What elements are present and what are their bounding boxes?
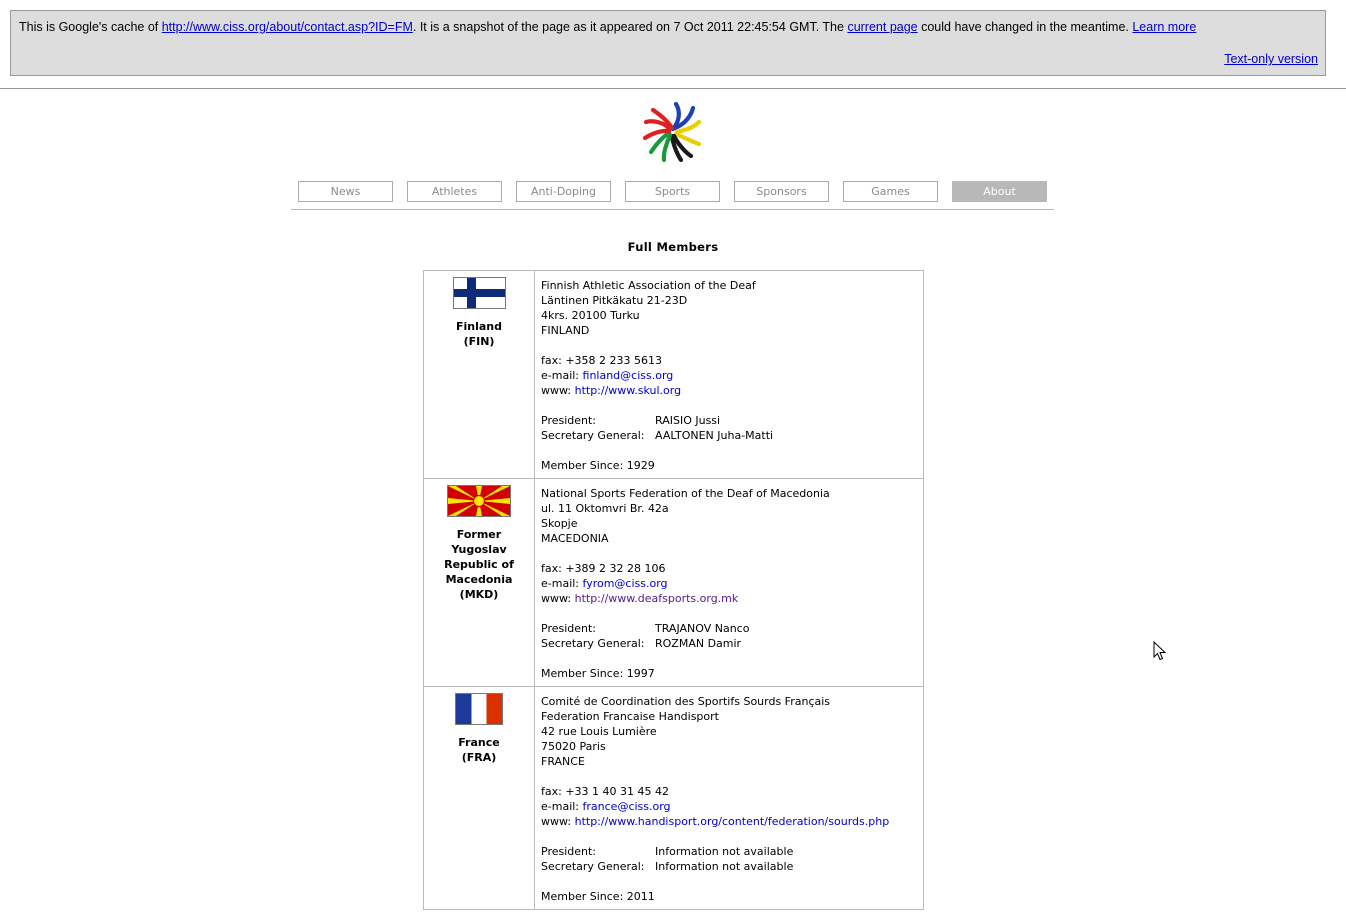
fax-line: fax: +358 2 233 5613 [541,354,663,367]
org-name: Finnish Athletic Association of the Deaf [541,279,756,292]
member-row-finland: Finland (FIN) Finnish Athletic Associati… [424,271,923,479]
member-info-cell: Comité de Coordination des Sportifs Sour… [535,687,923,909]
website-link[interactable]: http://www.deafsports.org.mk [575,592,739,605]
cache-banner: This is Google's cache of http://www.cis… [10,10,1326,76]
pinwheel-logo-icon [642,101,702,163]
secretary-line: Secretary General: Information not availa… [541,860,794,873]
ciss-logo[interactable] [640,100,706,164]
france-flag-icon [424,693,534,725]
secretary-name: Information not available [655,860,794,873]
email-link[interactable]: finland@ciss.org [583,369,674,382]
country-label: Former Yugoslav Republic of Macedonia [444,528,514,586]
macedonia-flag-icon [424,485,534,517]
current-page-link[interactable]: current page [847,20,917,34]
country-code: (FRA) [461,751,497,764]
address-line: ul. 11 Oktomvri Br. 42a [541,502,669,515]
president-name: TRAJANOV Nanco [655,622,750,635]
nav-anti-doping[interactable]: Anti-Doping [516,181,611,202]
secretary-name: AALTONEN Juha-Matti [655,429,774,442]
member-row-macedonia: Former Yugoslav Republic of Macedonia (M… [424,479,923,687]
cache-notice-suffix: could have changed in the meantime. [917,20,1133,34]
cache-notice: This is Google's cache of http://www.cis… [19,20,1196,34]
address-line: Läntinen Pitkäkatu 21-23D [541,294,688,307]
president-line: President: Information not available [541,845,794,858]
finland-flag-icon [424,277,534,309]
address-line: MACEDONIA [541,532,609,545]
address-line: Skopje [541,517,578,530]
fax-line: fax: +389 2 32 28 106 [541,562,666,575]
email-line: e-mail: fyrom@ciss.org [541,577,668,590]
member-country-cell: Former Yugoslav Republic of Macedonia (M… [424,479,535,686]
text-only-version-link[interactable]: Text-only version [1224,52,1318,66]
org-name: Federation Francaise Handisport [541,710,719,723]
member-info-cell: Finnish Athletic Association of the Deaf… [535,271,923,478]
website-link[interactable]: http://www.handisport.org/content/federa… [575,815,890,828]
fax-number: +33 1 40 31 45 42 [565,785,670,798]
fax-number: +358 2 233 5613 [565,354,663,367]
email-link[interactable]: france@ciss.org [583,800,671,813]
email-link[interactable]: fyrom@ciss.org [583,577,668,590]
country-name: Finland (FIN) [424,319,534,349]
nav-news[interactable]: News [298,181,393,202]
org-name: National Sports Federation of the Deaf o… [541,487,830,500]
address-line: FINLAND [541,324,590,337]
website-link[interactable]: http://www.skul.org [575,384,682,397]
member-since-year: 1929 [626,459,655,472]
learn-more-link[interactable]: Learn more [1132,20,1196,34]
address-line: 4krs. 20100 Turku [541,309,640,322]
president-line: President: RAISIO Jussi [541,414,721,427]
www-line: www: http://www.deafsports.org.mk [541,592,739,605]
cache-notice-middle: . It is a snapshot of the page as it app… [412,20,848,34]
org-name: Comité de Coordination des Sportifs Sour… [541,695,831,708]
members-table: Finland (FIN) Finnish Athletic Associati… [423,270,924,910]
nav-athletes[interactable]: Athletes [407,181,502,202]
nav-sports[interactable]: Sports [625,181,720,202]
fax-line: fax: +33 1 40 31 45 42 [541,785,670,798]
president-name: Information not available [655,845,794,858]
email-line: e-mail: finland@ciss.org [541,369,674,382]
secretary-name: ROZMAN Damir [655,637,742,650]
nav-divider [291,209,1054,210]
country-label: France [458,736,500,749]
member-country-cell: Finland (FIN) [424,271,535,478]
member-since-line: Member Since: 2011 [541,890,655,903]
member-info-cell: National Sports Federation of the Deaf o… [535,479,923,686]
country-code: (FIN) [463,335,495,348]
page-title: Full Members [627,240,719,254]
president-line: President: TRAJANOV Nanco [541,622,750,635]
fax-number: +389 2 32 28 106 [565,562,666,575]
country-label: Finland [455,320,502,333]
member-since-year: 1997 [626,667,655,680]
secretary-line: Secretary General: AALTONEN Juha-Matti [541,429,774,442]
www-line: www: http://www.handisport.org/content/f… [541,815,890,828]
nav-sponsors[interactable]: Sponsors [734,181,829,202]
address-line: FRANCE [541,755,585,768]
country-code: (MKD) [459,588,499,601]
banner-divider [0,88,1346,89]
member-since-line: Member Since: 1929 [541,459,655,472]
address-line: 42 rue Louis Lumière [541,725,657,738]
member-row-france: France (FRA) Comité de Coordination des … [424,687,923,910]
cached-url-link[interactable]: http://www.ciss.org/about/contact.asp?ID… [162,20,413,34]
email-line: e-mail: france@ciss.org [541,800,671,813]
member-country-cell: France (FRA) [424,687,535,909]
cache-notice-prefix: This is Google's cache of [19,20,162,34]
mouse-cursor-icon [1153,640,1167,665]
country-name: France (FRA) [424,735,534,765]
address-line: 75020 Paris [541,740,606,753]
nav-about[interactable]: About [952,181,1047,202]
member-since-year: 2011 [626,890,655,903]
country-name: Former Yugoslav Republic of Macedonia (M… [424,527,534,602]
member-since-line: Member Since: 1997 [541,667,655,680]
secretary-line: Secretary General: ROZMAN Damir [541,637,742,650]
nav-games[interactable]: Games [843,181,938,202]
www-line: www: http://www.skul.org [541,384,682,397]
president-name: RAISIO Jussi [655,414,721,427]
